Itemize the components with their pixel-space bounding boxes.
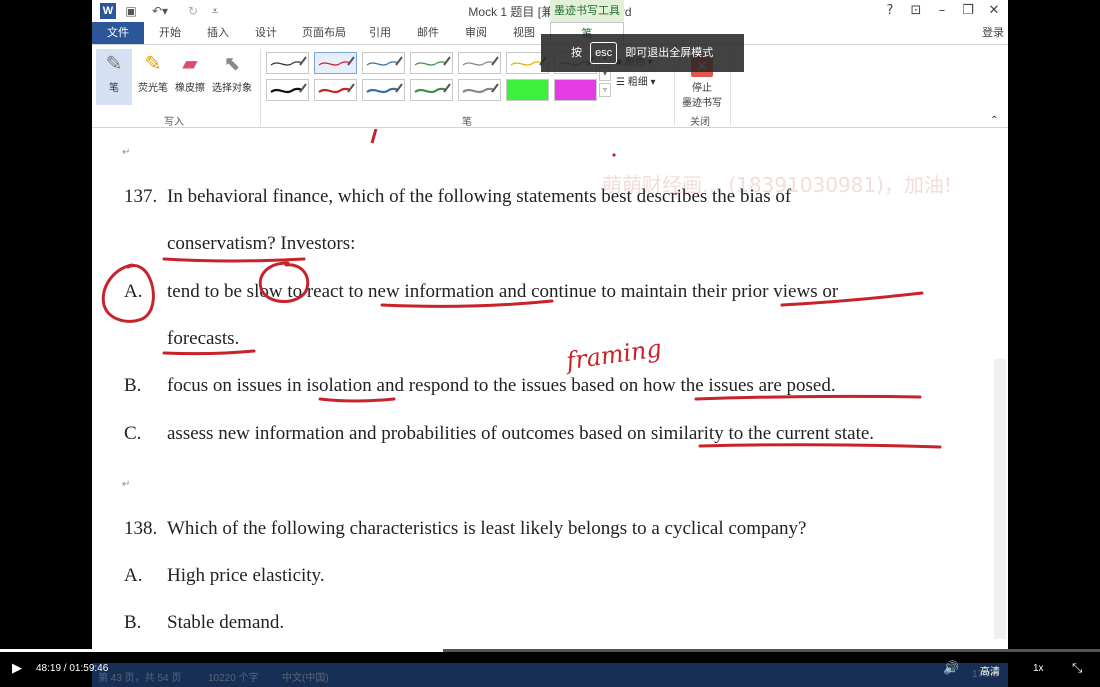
option-a-line-2: forecasts. — [167, 328, 240, 349]
q138-option-a-text: High price elasticity. — [167, 565, 325, 586]
maximize-button[interactable]: ❐ — [956, 1, 980, 21]
option-a-line-1: tend to be slow to react to new informat… — [167, 281, 839, 302]
play-icon[interactable]: ▶ — [12, 661, 28, 677]
document-page[interactable]: 萌萌财经画… (18391030981)，加油! ↵ 137. In behav… — [92, 129, 1008, 650]
ribbon-display-button[interactable]: ⊡ — [904, 1, 928, 21]
pen-style-swatch[interactable] — [266, 79, 309, 101]
hint-suffix: 即可退出全屏模式 — [625, 47, 714, 59]
title-bar: W ▣ ↶▾ ↻ ⩡ Mock 1 题目 [兼容模式] - Word 墨迹书写工… — [92, 0, 1008, 22]
stop-inking-label-2: 墨迹书写 — [682, 98, 722, 109]
pen-thickness-label: 粗细 — [627, 77, 648, 88]
option-c-text: assess new information and probabilities… — [167, 423, 875, 444]
ink-underline-isolation — [318, 397, 396, 403]
tab-layout[interactable]: 页面布局 — [296, 22, 352, 44]
pen-thickness-dropdown[interactable]: ☰ 粗细 ▾ — [616, 73, 656, 88]
pen-style-swatch[interactable] — [314, 79, 357, 101]
minimize-button[interactable]: – — [930, 1, 954, 21]
stop-inking-label-1: 停止 — [692, 83, 712, 94]
ink-stroke-top — [370, 129, 378, 144]
write-group-label: 写入 — [164, 117, 184, 128]
video-controls: ▶ 48:19 / 01:59:46 🔊 高清 1x ⤡ — [0, 652, 1100, 687]
pen-label: 笔 — [109, 83, 119, 94]
cursor-icon: ⬉ — [223, 53, 241, 75]
pen-style-swatch[interactable] — [458, 52, 501, 74]
option-c-label: C. — [124, 423, 142, 444]
option-b-text: focus on issues in isolation and respond… — [167, 375, 836, 396]
ink-underline-similarity — [698, 443, 942, 449]
q138-option-a-label: A. — [124, 565, 143, 586]
tab-home[interactable]: 开始 — [152, 22, 188, 44]
paragraph-mark: ↵ — [122, 479, 131, 490]
ink-handwritten-word: framing — [563, 334, 664, 375]
eraser-label: 橡皮擦 — [175, 83, 205, 94]
pen-button[interactable]: ✎ 笔 — [96, 49, 132, 105]
fullscreen-hint: 按 esc 即可退出全屏模式 — [541, 34, 744, 72]
option-b-label: B. — [124, 375, 142, 396]
login-link[interactable]: 登录 — [978, 22, 1008, 44]
playback-time: 48:19 / 01:59:46 — [36, 663, 109, 674]
pen-style-swatch[interactable] — [362, 79, 405, 101]
tab-mailings[interactable]: 邮件 — [410, 22, 446, 44]
paragraph-mark: ↵ — [122, 147, 131, 158]
eraser-icon: ▰ — [182, 53, 198, 75]
video-frame: W ▣ ↶▾ ↻ ⩡ Mock 1 题目 [兼容模式] - Word 墨迹书写工… — [0, 0, 1100, 687]
help-button[interactable]: ? — [878, 1, 902, 21]
select-objects-button[interactable]: ⬉ 选择对象 — [208, 49, 256, 105]
pen-style-swatch[interactable] — [266, 52, 309, 74]
tab-file[interactable]: 文件 — [92, 22, 144, 44]
vertical-scrollbar[interactable] — [994, 359, 1006, 639]
tab-references[interactable]: 引用 — [362, 22, 398, 44]
highlighter-button[interactable]: ✎ 荧光笔 — [134, 49, 172, 105]
question-137-number: 137. — [124, 186, 158, 207]
question-137-line-1: In behavioral finance, which of the foll… — [167, 186, 792, 207]
tab-view[interactable]: 视图 — [506, 22, 542, 44]
pen-style-swatch[interactable] — [362, 52, 405, 74]
close-button[interactable]: ✕ — [982, 1, 1006, 21]
collapse-ribbon-icon[interactable]: ⌃ — [990, 115, 998, 126]
tab-review[interactable]: 审阅 — [458, 22, 494, 44]
pen-style-swatch[interactable] — [314, 52, 357, 74]
highlighter-icon: ✎ — [144, 53, 162, 75]
volume-icon[interactable]: 🔊 — [943, 661, 959, 676]
pen-style-swatch[interactable] — [410, 52, 453, 74]
option-a-label: A. — [124, 281, 143, 302]
ribbon-divider — [260, 49, 261, 125]
question-137-line-2: conservatism? Investors: — [167, 233, 356, 254]
close-group-label: 关闭 — [690, 117, 710, 128]
question-138-text: Which of the following characteristics i… — [167, 518, 807, 539]
tab-design[interactable]: 设计 — [248, 22, 284, 44]
ink-underline-forecasts — [162, 349, 256, 356]
select-objects-label: 选择对象 — [212, 83, 252, 94]
gallery-more-icon[interactable]: ▿ — [599, 83, 611, 97]
pen-style-swatch[interactable] — [458, 79, 501, 101]
hint-prefix: 按 — [571, 47, 582, 59]
q138-option-b-text: Stable demand. — [167, 612, 285, 633]
ink-tools-context-label: 墨迹书写工具 — [550, 0, 624, 22]
pen-group-label: 笔 — [462, 117, 472, 128]
highlighter-label: 荧光笔 — [138, 83, 168, 94]
exit-fullscreen-icon[interactable]: ⤡ — [1072, 661, 1082, 676]
esc-key-badge: esc — [590, 42, 618, 65]
pen-style-swatch[interactable] — [506, 79, 549, 101]
pen-style-swatch[interactable] — [554, 79, 597, 101]
q138-option-b-label: B. — [124, 612, 142, 633]
ink-underline-conservatism — [162, 257, 306, 263]
quality-button[interactable]: 高清 — [980, 663, 1000, 678]
tab-insert[interactable]: 插入 — [200, 22, 236, 44]
speed-button[interactable]: 1x — [1033, 663, 1044, 674]
thickness-icon: ☰ — [616, 77, 628, 88]
pen-icon: ✎ — [105, 53, 123, 75]
pen-style-swatch[interactable] — [410, 79, 453, 101]
ink-dot — [612, 153, 616, 157]
word-window: W ▣ ↶▾ ↻ ⩡ Mock 1 题目 [兼容模式] - Word 墨迹书写工… — [92, 0, 1008, 650]
eraser-button[interactable]: ▰ 橡皮擦 — [172, 49, 208, 105]
question-138-number: 138. — [124, 518, 158, 539]
